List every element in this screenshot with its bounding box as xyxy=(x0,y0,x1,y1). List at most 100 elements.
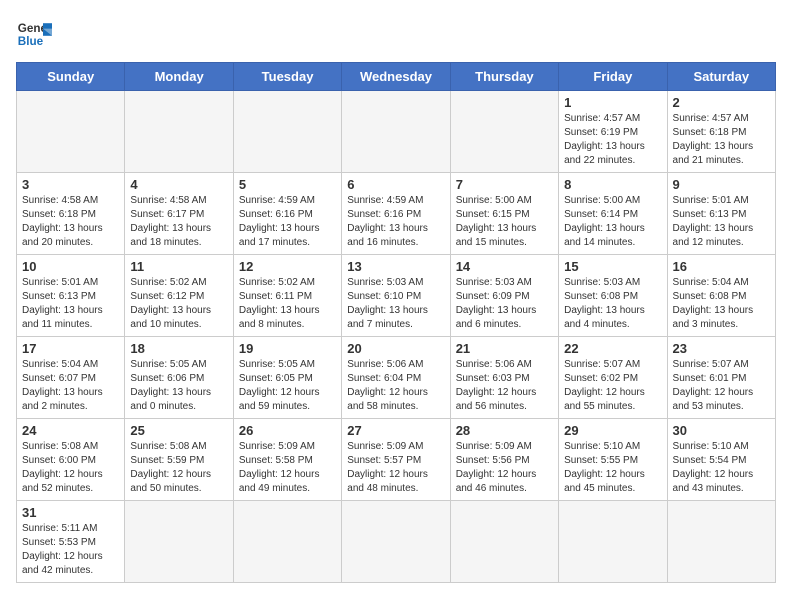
day-of-week-header: Saturday xyxy=(667,63,775,91)
day-number: 26 xyxy=(239,423,336,438)
day-number: 12 xyxy=(239,259,336,274)
day-number: 31 xyxy=(22,505,119,520)
day-number: 16 xyxy=(673,259,770,274)
day-number: 1 xyxy=(564,95,661,110)
day-number: 9 xyxy=(673,177,770,192)
day-info: Sunrise: 5:09 AM Sunset: 5:56 PM Dayligh… xyxy=(456,440,553,496)
day-number: 13 xyxy=(347,259,444,274)
calendar-header-row: SundayMondayTuesdayWednesdayThursdayFrid… xyxy=(17,63,776,91)
calendar-table: SundayMondayTuesdayWednesdayThursdayFrid… xyxy=(16,62,776,583)
day-info: Sunrise: 4:58 AM Sunset: 6:17 PM Dayligh… xyxy=(130,194,227,250)
logo-icon: General Blue xyxy=(16,16,52,52)
calendar-day-cell: 23 Sunrise: 5:07 AM Sunset: 6:01 PM Dayli… xyxy=(667,337,775,419)
day-number: 22 xyxy=(564,341,661,356)
day-info: Sunrise: 5:11 AM Sunset: 5:53 PM Dayligh… xyxy=(22,522,119,578)
day-info: Sunrise: 4:57 AM Sunset: 6:18 PM Dayligh… xyxy=(673,112,770,168)
day-info: Sunrise: 5:00 AM Sunset: 6:14 PM Dayligh… xyxy=(564,194,661,250)
calendar-day-cell: 4 Sunrise: 4:58 AM Sunset: 6:17 PM Daylig… xyxy=(125,173,233,255)
calendar-day-cell: 25Sunrise: 5:08 AM Sunset: 5:59 PM Dayli… xyxy=(125,419,233,501)
day-info: Sunrise: 5:02 AM Sunset: 6:12 PM Dayligh… xyxy=(130,276,227,332)
calendar-day-cell: 9 Sunrise: 5:01 AM Sunset: 6:13 PM Daylig… xyxy=(667,173,775,255)
calendar-day-cell: 29 Sunrise: 5:10 AM Sunset: 5:55 PM Dayli… xyxy=(559,419,667,501)
day-info: Sunrise: 4:59 AM Sunset: 6:16 PM Dayligh… xyxy=(347,194,444,250)
day-info: Sunrise: 5:03 AM Sunset: 6:09 PM Dayligh… xyxy=(456,276,553,332)
day-number: 3 xyxy=(22,177,119,192)
day-number: 18 xyxy=(130,341,227,356)
calendar-day-cell: 19 Sunrise: 5:05 AM Sunset: 6:05 PM Dayli… xyxy=(233,337,341,419)
day-info: Sunrise: 5:04 AM Sunset: 6:08 PM Dayligh… xyxy=(673,276,770,332)
day-of-week-header: Sunday xyxy=(17,63,125,91)
day-number: 8 xyxy=(564,177,661,192)
calendar-day-cell xyxy=(450,501,558,583)
day-info: Sunrise: 5:05 AM Sunset: 6:05 PM Dayligh… xyxy=(239,358,336,414)
calendar-day-cell: 13 Sunrise: 5:03 AM Sunset: 6:10 PM Dayli… xyxy=(342,255,450,337)
day-number: 2 xyxy=(673,95,770,110)
calendar-day-cell: 2 Sunrise: 4:57 AM Sunset: 6:18 PM Daylig… xyxy=(667,91,775,173)
calendar-day-cell: 26Sunrise: 5:09 AM Sunset: 5:58 PM Dayli… xyxy=(233,419,341,501)
calendar-week-row: 10 Sunrise: 5:01 AM Sunset: 6:13 PM Dayli… xyxy=(17,255,776,337)
day-of-week-header: Wednesday xyxy=(342,63,450,91)
day-of-week-header: Tuesday xyxy=(233,63,341,91)
day-number: 20 xyxy=(347,341,444,356)
calendar-day-cell: 21Sunrise: 5:06 AM Sunset: 6:03 PM Dayli… xyxy=(450,337,558,419)
day-info: Sunrise: 4:58 AM Sunset: 6:18 PM Dayligh… xyxy=(22,194,119,250)
day-info: Sunrise: 5:08 AM Sunset: 5:59 PM Dayligh… xyxy=(130,440,227,496)
day-of-week-header: Friday xyxy=(559,63,667,91)
calendar-day-cell: 14 Sunrise: 5:03 AM Sunset: 6:09 PM Dayli… xyxy=(450,255,558,337)
day-info: Sunrise: 5:10 AM Sunset: 5:55 PM Dayligh… xyxy=(564,440,661,496)
calendar-day-cell: 8 Sunrise: 5:00 AM Sunset: 6:14 PM Daylig… xyxy=(559,173,667,255)
day-info: Sunrise: 5:05 AM Sunset: 6:06 PM Dayligh… xyxy=(130,358,227,414)
day-info: Sunrise: 5:02 AM Sunset: 6:11 PM Dayligh… xyxy=(239,276,336,332)
calendar-day-cell: 22 Sunrise: 5:07 AM Sunset: 6:02 PM Dayli… xyxy=(559,337,667,419)
day-info: Sunrise: 4:57 AM Sunset: 6:19 PM Dayligh… xyxy=(564,112,661,168)
calendar-day-cell: 16 Sunrise: 5:04 AM Sunset: 6:08 PM Dayli… xyxy=(667,255,775,337)
day-info: Sunrise: 5:00 AM Sunset: 6:15 PM Dayligh… xyxy=(456,194,553,250)
day-number: 4 xyxy=(130,177,227,192)
calendar-day-cell: 15Sunrise: 5:03 AM Sunset: 6:08 PM Dayli… xyxy=(559,255,667,337)
calendar-day-cell xyxy=(17,91,125,173)
calendar-day-cell: 27Sunrise: 5:09 AM Sunset: 5:57 PM Dayli… xyxy=(342,419,450,501)
calendar-week-row: 31 Sunrise: 5:11 AM Sunset: 5:53 PM Dayli… xyxy=(17,501,776,583)
calendar-day-cell: 10 Sunrise: 5:01 AM Sunset: 6:13 PM Dayli… xyxy=(17,255,125,337)
day-info: Sunrise: 5:10 AM Sunset: 5:54 PM Dayligh… xyxy=(673,440,770,496)
day-number: 10 xyxy=(22,259,119,274)
calendar-day-cell: 7 Sunrise: 5:00 AM Sunset: 6:15 PM Daylig… xyxy=(450,173,558,255)
day-number: 24 xyxy=(22,423,119,438)
day-info: Sunrise: 5:01 AM Sunset: 6:13 PM Dayligh… xyxy=(673,194,770,250)
calendar-day-cell xyxy=(125,501,233,583)
day-info: Sunrise: 5:07 AM Sunset: 6:01 PM Dayligh… xyxy=(673,358,770,414)
calendar-day-cell: 24Sunrise: 5:08 AM Sunset: 6:00 PM Dayli… xyxy=(17,419,125,501)
calendar-day-cell: 31 Sunrise: 5:11 AM Sunset: 5:53 PM Dayli… xyxy=(17,501,125,583)
day-number: 5 xyxy=(239,177,336,192)
day-number: 29 xyxy=(564,423,661,438)
day-number: 19 xyxy=(239,341,336,356)
calendar-week-row: 1 Sunrise: 4:57 AM Sunset: 6:19 PM Daylig… xyxy=(17,91,776,173)
calendar-day-cell: 11 Sunrise: 5:02 AM Sunset: 6:12 PM Dayli… xyxy=(125,255,233,337)
day-info: Sunrise: 5:07 AM Sunset: 6:02 PM Dayligh… xyxy=(564,358,661,414)
day-info: Sunrise: 5:01 AM Sunset: 6:13 PM Dayligh… xyxy=(22,276,119,332)
day-number: 23 xyxy=(673,341,770,356)
calendar-day-cell xyxy=(233,91,341,173)
calendar-day-cell xyxy=(342,501,450,583)
calendar-day-cell: 3 Sunrise: 4:58 AM Sunset: 6:18 PM Daylig… xyxy=(17,173,125,255)
day-number: 11 xyxy=(130,259,227,274)
day-number: 7 xyxy=(456,177,553,192)
day-info: Sunrise: 5:06 AM Sunset: 6:04 PM Dayligh… xyxy=(347,358,444,414)
day-number: 14 xyxy=(456,259,553,274)
calendar-day-cell xyxy=(667,501,775,583)
day-number: 6 xyxy=(347,177,444,192)
day-info: Sunrise: 5:06 AM Sunset: 6:03 PM Dayligh… xyxy=(456,358,553,414)
day-of-week-header: Monday xyxy=(125,63,233,91)
calendar-day-cell xyxy=(233,501,341,583)
calendar-day-cell xyxy=(342,91,450,173)
calendar-week-row: 24Sunrise: 5:08 AM Sunset: 6:00 PM Dayli… xyxy=(17,419,776,501)
calendar-day-cell: 12 Sunrise: 5:02 AM Sunset: 6:11 PM Dayli… xyxy=(233,255,341,337)
day-info: Sunrise: 5:03 AM Sunset: 6:10 PM Dayligh… xyxy=(347,276,444,332)
day-info: Sunrise: 5:09 AM Sunset: 5:57 PM Dayligh… xyxy=(347,440,444,496)
day-info: Sunrise: 4:59 AM Sunset: 6:16 PM Dayligh… xyxy=(239,194,336,250)
svg-text:Blue: Blue xyxy=(18,35,44,48)
day-number: 15 xyxy=(564,259,661,274)
day-number: 30 xyxy=(673,423,770,438)
calendar-day-cell: 5 Sunrise: 4:59 AM Sunset: 6:16 PM Daylig… xyxy=(233,173,341,255)
calendar-day-cell: 18 Sunrise: 5:05 AM Sunset: 6:06 PM Dayli… xyxy=(125,337,233,419)
